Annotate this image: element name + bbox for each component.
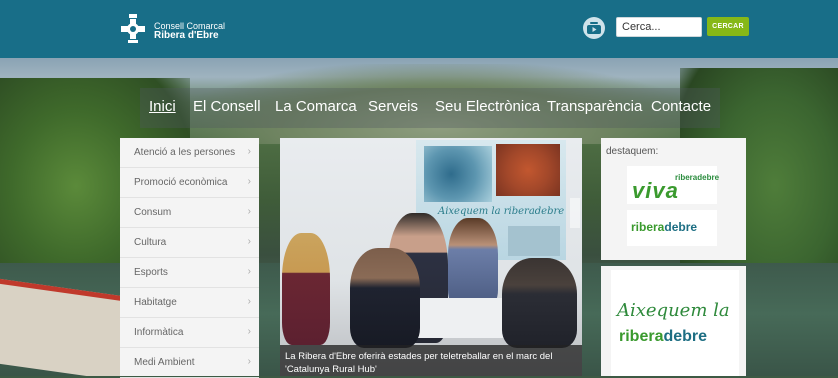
- menu-item-label: Atenció a les persones: [134, 147, 236, 158]
- menu-item-atencio[interactable]: Atenció a les persones ›: [120, 138, 259, 168]
- menu-item-label: Medi Ambient: [134, 357, 195, 368]
- aixequem-line-1: Aixequem la: [617, 300, 730, 321]
- menu-item-label: Habitatge: [134, 297, 177, 308]
- menu-item-cultura[interactable]: Cultura ›: [120, 228, 259, 258]
- menu-item-informatica[interactable]: Informàtica ›: [120, 318, 259, 348]
- person-back-left: [350, 248, 420, 348]
- youtube-glyph-icon: [587, 22, 601, 34]
- slider-next-arrow[interactable]: [570, 198, 580, 228]
- menu-item-label: Informàtica: [134, 327, 184, 338]
- viva-riberadebre-banner[interactable]: riberadebre viva: [627, 166, 720, 204]
- poster-photo-coast: [424, 146, 492, 202]
- site-logo[interactable]: Consell Comarcal Ribera d'Ebre: [118, 12, 258, 48]
- riberadebre-logo-text: riberadebre: [631, 220, 697, 234]
- nav-item-contacte[interactable]: Contacte: [651, 98, 711, 115]
- menu-item-label: Consum: [134, 207, 172, 218]
- chevron-right-icon: ›: [247, 146, 251, 157]
- news-caption[interactable]: La Ribera d'Ebre oferirà estades per tel…: [285, 350, 577, 376]
- poster-text: Aixequem la riberadebre: [438, 206, 565, 217]
- aixequem-debre-part: debre: [663, 328, 708, 345]
- youtube-icon[interactable]: [583, 17, 605, 39]
- services-menu: Atenció a les persones › Promoció econòm…: [120, 138, 259, 378]
- poster-photo-small: [508, 226, 560, 256]
- person-woman-left: [282, 233, 330, 345]
- search-button[interactable]: CERCAR: [707, 17, 749, 36]
- aixequem-ribera-part: ribera: [619, 328, 664, 345]
- search-input[interactable]: [616, 17, 702, 37]
- news-slider[interactable]: Aixequem la riberadebre La Ribera d'Ebre…: [280, 138, 582, 376]
- chevron-right-icon: ›: [247, 296, 251, 307]
- menu-item-habitatge[interactable]: Habitatge ›: [120, 288, 259, 318]
- menu-item-medi-ambient[interactable]: Medi Ambient ›: [120, 348, 259, 378]
- menu-item-promocio[interactable]: Promoció econòmica ›: [120, 168, 259, 198]
- debre-part: debre: [664, 220, 698, 234]
- nav-item-inici[interactable]: Inici: [149, 98, 176, 115]
- nav-item-la-comarca[interactable]: La Comarca: [275, 98, 357, 115]
- featured-heading: destaquem:: [606, 146, 659, 157]
- person-back-right: [502, 258, 577, 348]
- menu-item-consum[interactable]: Consum ›: [120, 198, 259, 228]
- chevron-right-icon: ›: [247, 326, 251, 337]
- aixequem-line-2: riberadebre: [619, 328, 707, 346]
- nav-item-transparencia[interactable]: Transparència: [547, 98, 642, 115]
- riberadebre-banner[interactable]: riberadebre: [627, 210, 717, 246]
- aixequem-banner[interactable]: Aixequem la riberadebre: [611, 270, 739, 376]
- menu-item-label: Cultura: [134, 237, 167, 248]
- chevron-right-icon: ›: [247, 206, 251, 217]
- chevron-right-icon: ›: [247, 266, 251, 277]
- chevron-right-icon: ›: [247, 356, 251, 367]
- poster-photo-food: [496, 144, 560, 196]
- menu-item-esports[interactable]: Esports ›: [120, 258, 259, 288]
- logo-line-2: Ribera d'Ebre: [154, 30, 219, 41]
- chevron-right-icon: ›: [247, 236, 251, 247]
- chevron-right-icon: ›: [247, 176, 251, 187]
- logo-emblem-icon: [121, 14, 145, 43]
- menu-item-label: Esports: [134, 267, 168, 278]
- top-header-bar: Consell Comarcal Ribera d'Ebre CERCAR: [0, 0, 838, 58]
- menu-item-label: Promoció econòmica: [134, 177, 228, 188]
- nav-item-serveis[interactable]: Serveis: [368, 98, 418, 115]
- viva-big-text: viva: [632, 178, 679, 203]
- ribera-part: ribera: [631, 220, 665, 234]
- nav-item-seu-electronica[interactable]: Seu Electrònica: [435, 98, 540, 115]
- nav-item-el-consell[interactable]: El Consell: [193, 98, 261, 115]
- logo-text: Consell Comarcal Ribera d'Ebre: [154, 21, 225, 41]
- person-woman-right: [448, 218, 498, 308]
- viva-small-text: riberadebre: [675, 173, 720, 182]
